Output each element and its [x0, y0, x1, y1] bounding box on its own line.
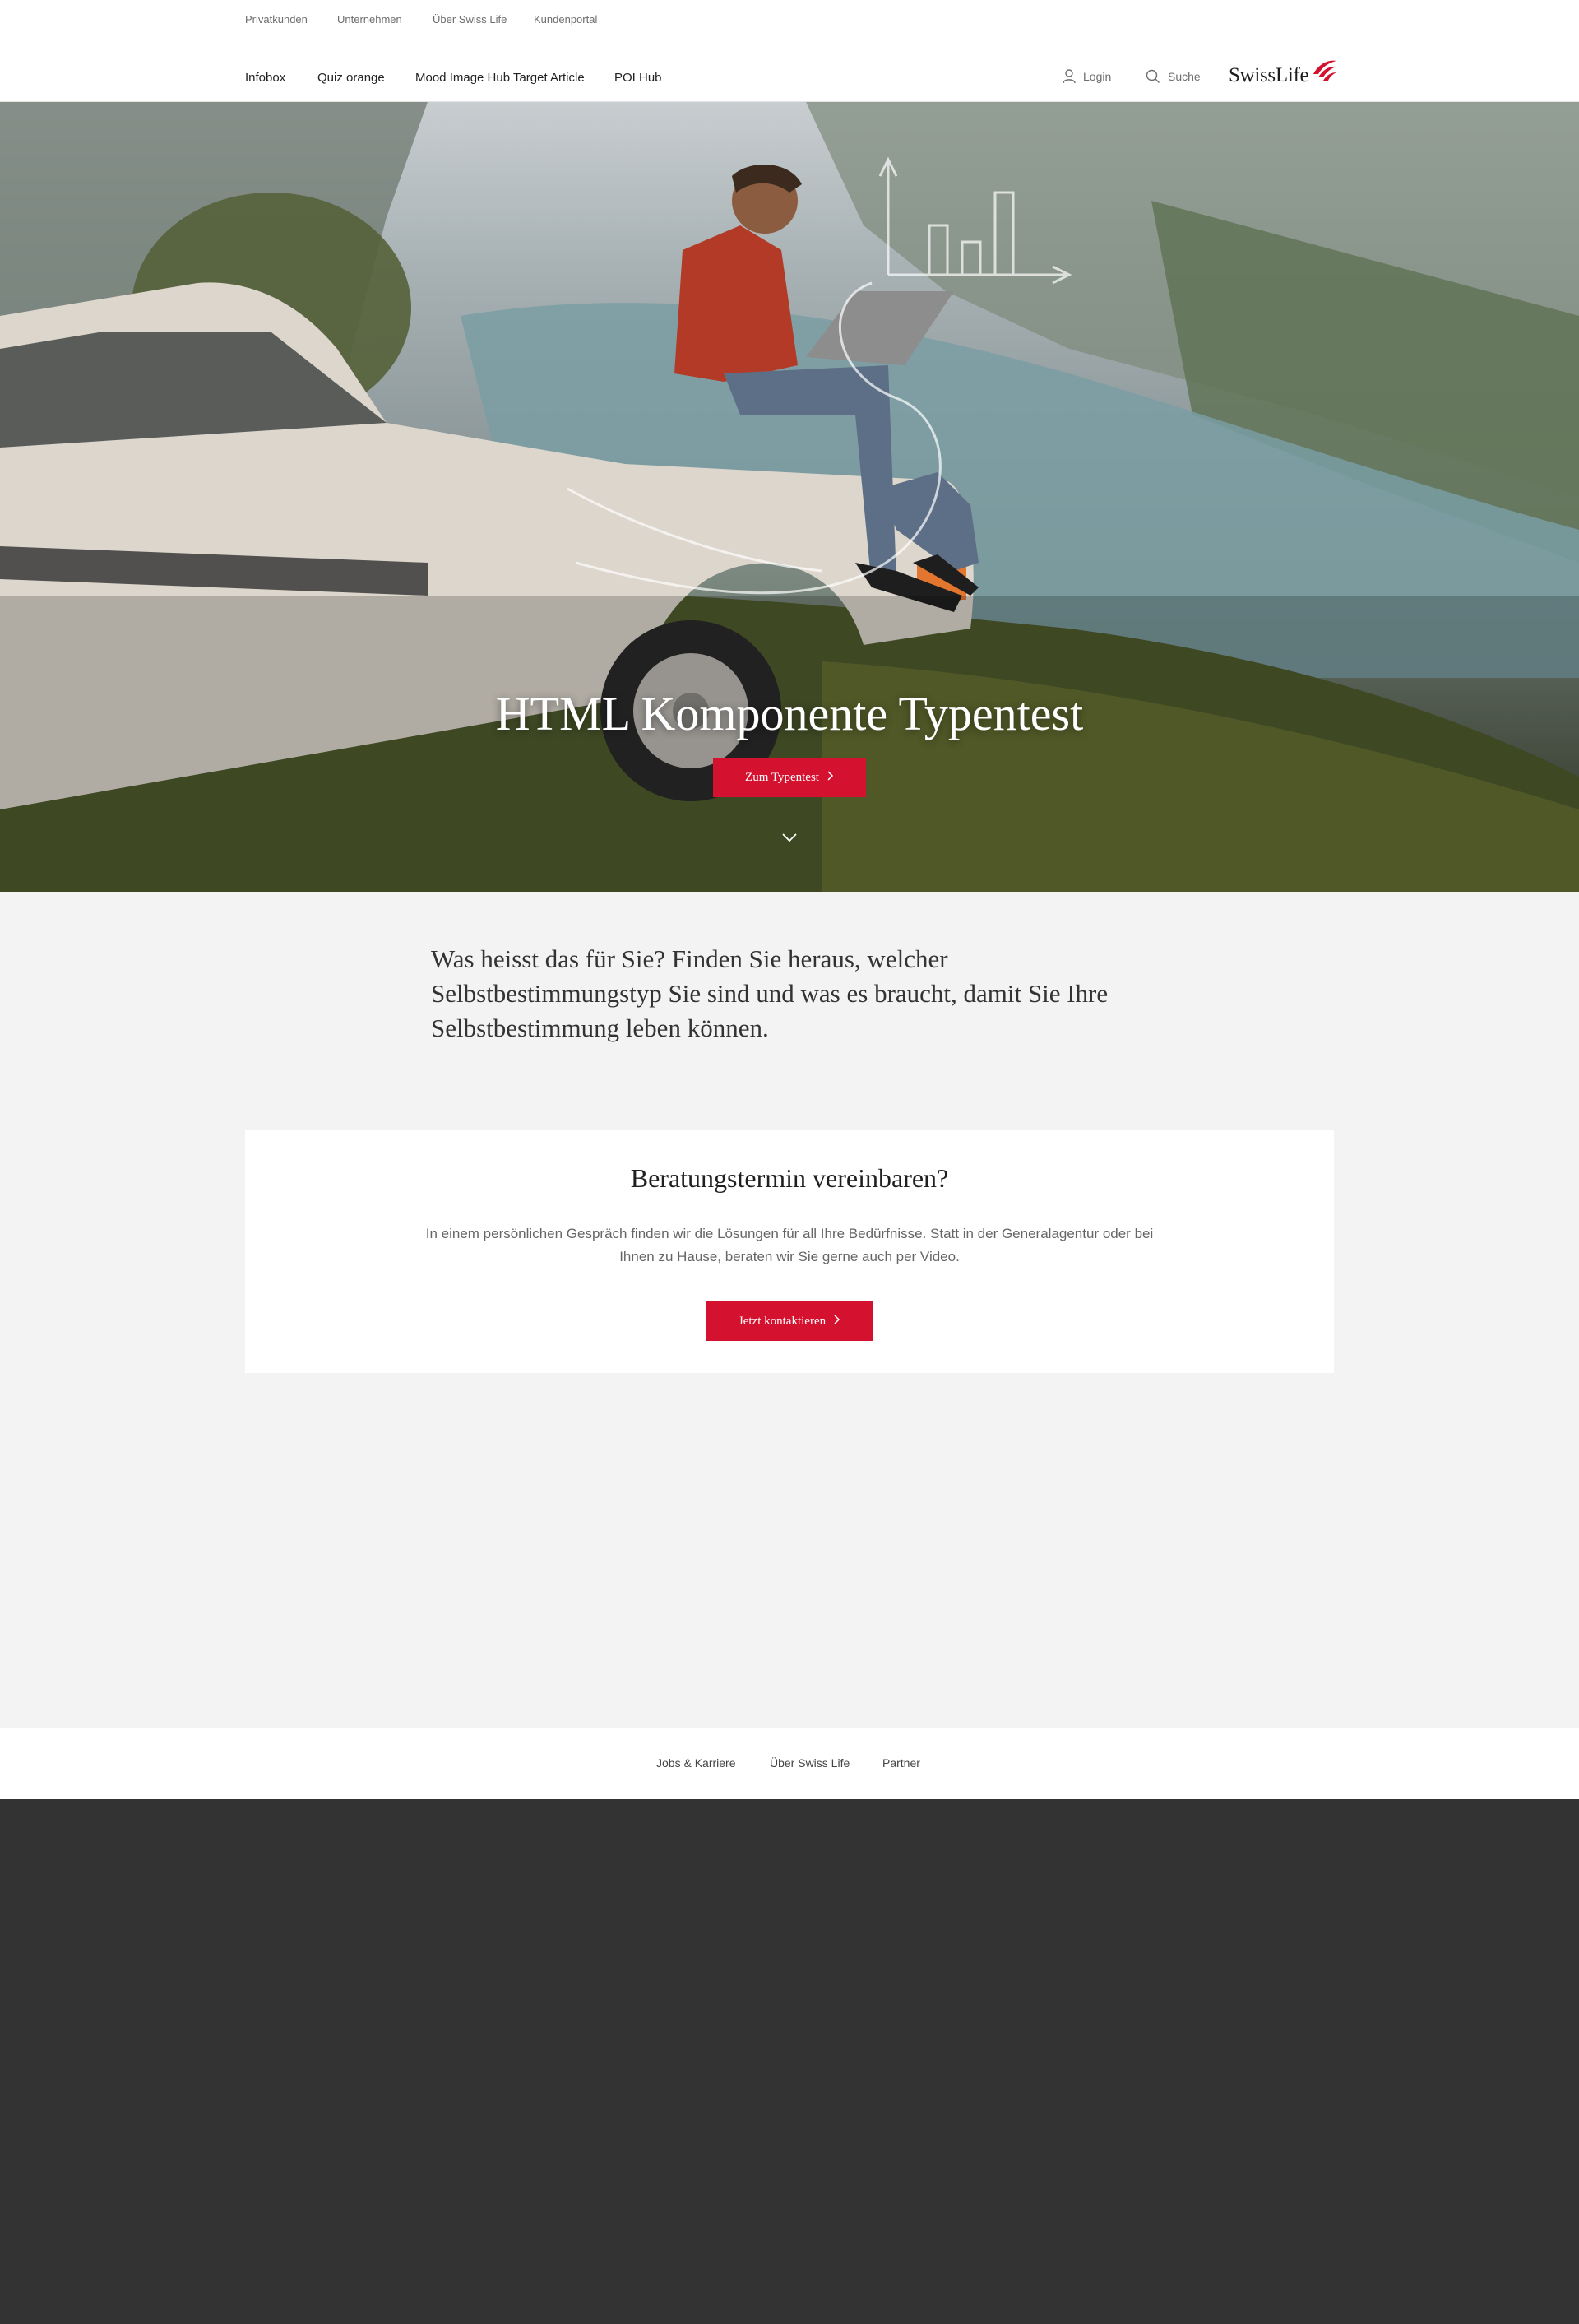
consultation-card: Beratungstermin vereinbaren? In einem pe… — [245, 1130, 1334, 1373]
search-button[interactable]: Suche — [1146, 69, 1201, 84]
logo-wordmark: SwissLife — [1229, 64, 1309, 86]
main-navigation: Infobox Quiz orange Mood Image Hub Targe… — [0, 39, 1579, 102]
footer-link-jobs-karriere[interactable]: Jobs & Karriere — [656, 1756, 735, 1770]
login-label: Login — [1083, 70, 1112, 83]
consultation-text: In einem persönlichen Gespräch finden wi… — [425, 1226, 1154, 1264]
meta-navigation: Privatkunden Unternehmen Über Swiss Life… — [0, 0, 1579, 39]
nav-item-quiz-orange[interactable]: Quiz orange — [317, 71, 385, 85]
zum-typentest-button[interactable]: Zum Typentest — [713, 758, 866, 797]
search-label: Suche — [1168, 70, 1201, 83]
footer-dark-area — [0, 1799, 1579, 2324]
meta-nav-privatkunden[interactable]: Privatkunden — [245, 13, 308, 26]
footer-links: Jobs & Karriere Über Swiss Life Partner — [0, 1728, 1579, 1799]
intro-text: Was heisst das für Sie? Finden Sie herau… — [431, 944, 1109, 1042]
swiss-life-logo-icon — [1310, 58, 1338, 90]
scroll-down-button[interactable] — [777, 826, 802, 851]
jetzt-kontaktieren-button[interactable]: Jetzt kontaktieren — [706, 1301, 873, 1341]
meta-nav-kundenportal[interactable]: Kundenportal — [534, 13, 597, 26]
meta-nav-unternehmen[interactable]: Unternehmen — [337, 13, 402, 26]
footer-link-partner[interactable]: Partner — [882, 1756, 920, 1770]
swiss-life-logo[interactable]: SwissLife — [1229, 58, 1338, 90]
chevron-right-icon — [827, 770, 834, 785]
chevron-down-icon — [782, 831, 797, 846]
login-button[interactable]: Login — [1063, 69, 1111, 84]
nav-item-mood-image-hub[interactable]: Mood Image Hub Target Article — [415, 71, 585, 85]
hero-cta-label: Zum Typentest — [745, 770, 819, 784]
nav-item-infobox[interactable]: Infobox — [245, 71, 285, 85]
hero-section: HTML Komponente Typentest Zum Typentest — [0, 102, 1579, 892]
meta-nav-ueber-swiss-life[interactable]: Über Swiss Life — [433, 13, 507, 26]
footer-link-ueber-swiss-life[interactable]: Über Swiss Life — [770, 1756, 850, 1770]
nav-item-poi-hub[interactable]: POI Hub — [614, 71, 662, 85]
consultation-cta-label: Jetzt kontaktieren — [738, 1314, 827, 1328]
chevron-right-icon — [834, 1314, 840, 1329]
consultation-title: Beratungstermin vereinbaren? — [630, 1163, 949, 1193]
user-icon — [1063, 69, 1076, 84]
hero-title: HTML Komponente Typentest — [495, 687, 1084, 740]
search-icon — [1146, 69, 1160, 84]
